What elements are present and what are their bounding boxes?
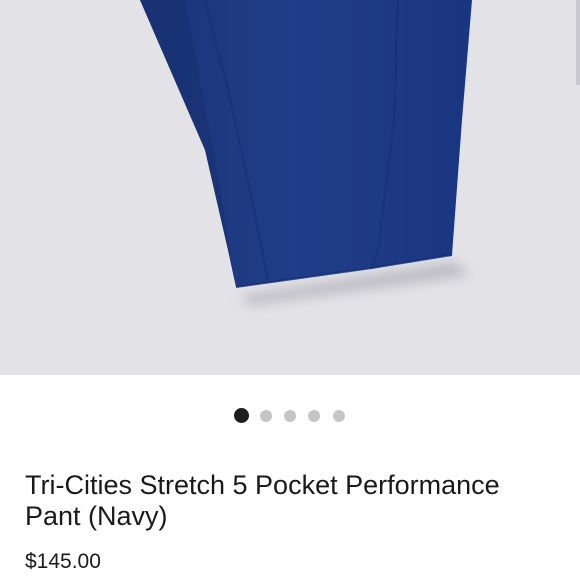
carousel-dot-3[interactable]	[284, 410, 296, 422]
carousel-dot-5[interactable]	[333, 410, 345, 422]
carousel-dots	[0, 406, 580, 426]
carousel-dot-2[interactable]	[260, 410, 272, 422]
product-page: Tri-Cities Stretch 5 Pocket Performance …	[0, 0, 580, 580]
pant-leg-image	[140, 0, 472, 305]
carousel-dot-4[interactable]	[308, 410, 320, 422]
carousel-dot-1[interactable]	[234, 408, 249, 423]
image-scroll-edge	[576, 0, 580, 85]
product-price: $145.00	[25, 550, 101, 573]
product-image[interactable]	[0, 0, 580, 375]
product-title: Tri-Cities Stretch 5 Pocket Performance …	[25, 470, 500, 531]
